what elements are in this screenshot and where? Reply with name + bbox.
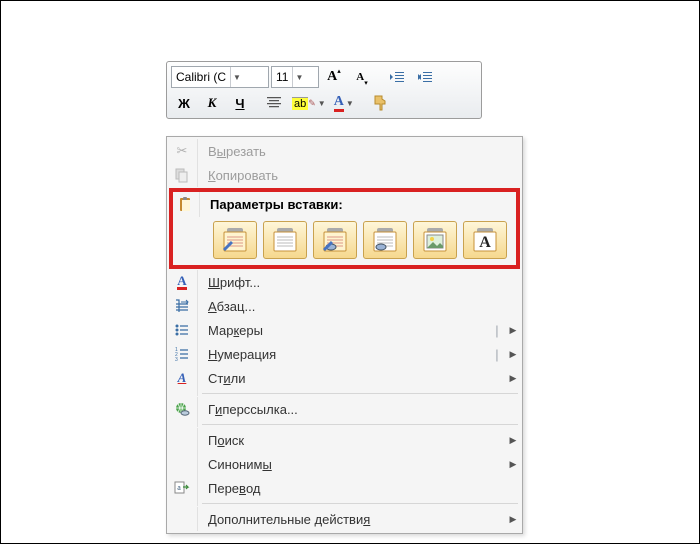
paste-option-link-data[interactable] xyxy=(363,221,407,259)
menu-item-find[interactable]: Поиск ▶ xyxy=(167,428,522,452)
grow-font-button[interactable]: A ▴ xyxy=(321,66,347,88)
menu-item-hyperlink[interactable]: Гиперссылка... xyxy=(167,397,522,421)
mini-toolbar: Calibri (С ▼ 11 ▼ A ▴ A ▾ xyxy=(166,61,482,119)
hyperlink-icon xyxy=(174,401,190,417)
increase-indent-button[interactable] xyxy=(413,66,439,88)
menu-item-styles[interactable]: A Стили ▶ xyxy=(167,366,522,390)
menu-item-more-actions[interactable]: Дополнительные действия ▶ xyxy=(167,507,522,531)
bold-button[interactable]: Ж xyxy=(171,92,197,114)
menu-item-cut: ✂ Вырезать xyxy=(167,139,522,163)
submenu-arrow-icon: ▶ xyxy=(504,435,522,446)
clipboard-icon xyxy=(178,197,194,213)
submenu-arrow-icon: ▶ xyxy=(504,373,522,384)
italic-button[interactable]: К xyxy=(199,92,225,114)
paste-option-picture[interactable] xyxy=(413,221,457,259)
context-menu: ✂ Вырезать Копировать Параметры вставки: xyxy=(166,136,523,534)
menu-item-paragraph[interactable]: Абзац... xyxy=(167,294,522,318)
menu-item-bullets[interactable]: Маркеры | ▶ xyxy=(167,318,522,342)
styles-icon: A xyxy=(178,370,187,386)
chevron-down-icon: ▼ xyxy=(230,67,243,87)
submenu-arrow-icon: ▶ xyxy=(504,514,522,525)
menu-item-translate[interactable]: a Перевод xyxy=(167,476,522,500)
paste-option-use-destination-styles[interactable] xyxy=(313,221,357,259)
menu-item-copy: Копировать xyxy=(167,163,522,187)
paste-options-header: Параметры вставки: xyxy=(200,192,516,217)
submenu-arrow-icon: ▶ xyxy=(504,325,522,336)
translate-icon: a xyxy=(174,480,190,496)
paste-options-block: Параметры вставки: A xyxy=(169,188,520,269)
shrink-font-button[interactable]: A ▾ xyxy=(349,66,375,88)
menu-item-synonyms[interactable]: Синонимы ▶ xyxy=(167,452,522,476)
svg-text:A: A xyxy=(479,234,491,251)
numbering-icon: 123 xyxy=(174,346,190,362)
menu-item-numbering[interactable]: 123 Нумерация | ▶ xyxy=(167,342,522,366)
copy-icon xyxy=(174,167,190,183)
format-painter-button[interactable] xyxy=(367,92,393,114)
submenu-arrow-icon: ▶ xyxy=(504,459,522,470)
paste-option-merge-formatting[interactable] xyxy=(263,221,307,259)
svg-text:3: 3 xyxy=(175,357,178,362)
font-name-value: Calibri (С xyxy=(172,69,230,85)
highlight-button[interactable]: ab ✎ ▼ xyxy=(289,92,329,114)
chevron-down-icon: ▼ xyxy=(292,67,305,87)
scissors-icon: ✂ xyxy=(177,143,188,159)
paste-option-keep-text-only[interactable]: A xyxy=(463,221,507,259)
font-size-value: 11 xyxy=(272,69,292,85)
underline-button[interactable]: Ч xyxy=(227,92,253,114)
font-name-dropdown[interactable]: Calibri (С ▼ xyxy=(171,66,269,88)
submenu-arrow-icon: ▶ xyxy=(504,349,522,360)
align-center-button[interactable] xyxy=(261,92,287,114)
paste-option-keep-source-formatting[interactable] xyxy=(213,221,257,259)
font-size-dropdown[interactable]: 11 ▼ xyxy=(271,66,319,88)
paragraph-icon xyxy=(174,298,190,314)
menu-item-font[interactable]: A Шрифт... xyxy=(167,270,522,294)
font-a-icon: A xyxy=(177,274,186,290)
font-color-button[interactable]: A ▼ xyxy=(331,92,357,114)
decrease-indent-button[interactable] xyxy=(385,66,411,88)
svg-text:a: a xyxy=(177,483,181,492)
bullets-icon xyxy=(174,322,190,338)
